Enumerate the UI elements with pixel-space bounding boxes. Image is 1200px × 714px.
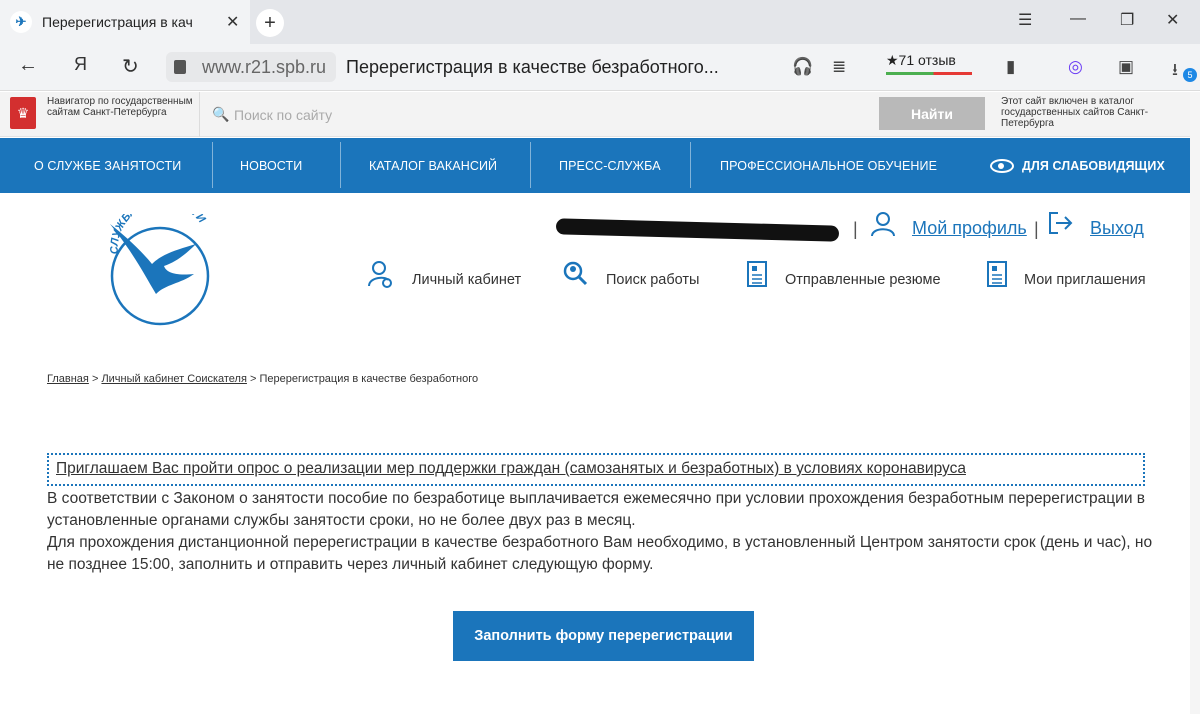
- personal-cabinet-link[interactable]: Личный кабинет: [412, 272, 521, 288]
- breadcrumb-separator: >: [91, 373, 99, 385]
- tab-title: Перерегистрация в кач: [42, 14, 193, 30]
- user-icon[interactable]: [870, 211, 896, 237]
- menu-item-training[interactable]: ПРОФЕССИОНАЛЬНОЕ ОБУЧЕНИЕ: [720, 138, 937, 193]
- browser-tab-bar: ✈ Перерегистрация в кач ✕ + ☰ — ❐ ✕: [0, 0, 1200, 44]
- svg-text:СЛУЖБА ЗАНЯТОСТИ: СЛУЖБА ЗАНЯТОСТИ: [109, 214, 209, 254]
- separator: |: [853, 219, 858, 239]
- main-menu: О СЛУЖБЕ ЗАНЯТОСТИ НОВОСТИ КАТАЛОГ ВАКАН…: [0, 138, 1190, 193]
- bookmark-icon[interactable]: ▮: [1006, 57, 1015, 77]
- sent-resumes-link[interactable]: Отправленные резюме: [785, 272, 941, 288]
- menu-item-news[interactable]: НОВОСТИ: [240, 138, 302, 193]
- redacted-user-name: [555, 218, 840, 242]
- find-button[interactable]: Найти: [879, 97, 985, 130]
- page-title-in-omnibox[interactable]: Перерегистрация в качестве безработного.…: [346, 57, 719, 78]
- divider: [199, 92, 200, 137]
- logo-text: СЛУЖБА ЗАНЯТОСТИ: [109, 214, 209, 254]
- gov-catalog-note[interactable]: Этот сайт включен в каталог государствен…: [1001, 96, 1187, 129]
- address-bar: ← Я ↻ www.r21.spb.ru Перерегистрация в к…: [0, 44, 1200, 91]
- sent-resumes-icon[interactable]: [746, 260, 768, 288]
- job-search-icon[interactable]: [562, 260, 588, 288]
- reload-icon[interactable]: ↻: [122, 54, 139, 79]
- my-profile-link[interactable]: Мой профиль: [912, 218, 1027, 239]
- browser-tab[interactable]: ✈ Перерегистрация в кач ✕: [0, 0, 250, 44]
- lock-icon[interactable]: [174, 60, 186, 74]
- reviews-rating[interactable]: ★71 отзыв: [886, 52, 972, 75]
- menu-item-vacancies[interactable]: КАТАЛОГ ВАКАНСИЙ: [369, 138, 497, 193]
- gov-navigator-strip: ♛ Навигатор по государственным сайтам Са…: [0, 92, 1190, 137]
- breadcrumb-separator: >: [250, 373, 257, 385]
- site-search-input[interactable]: [234, 104, 834, 126]
- minimize-icon[interactable]: —: [1070, 10, 1086, 28]
- low-vision-label: ДЛЯ СЛАБОВИДЯЩИХ: [1022, 158, 1165, 173]
- my-invitations-link[interactable]: Мои приглашения: [1024, 272, 1146, 288]
- gov-navigator-link[interactable]: Навигатор по государственным сайтам Санк…: [47, 96, 197, 118]
- separator: |: [1034, 219, 1039, 239]
- logout-link[interactable]: Выход: [1090, 218, 1144, 239]
- menu-separator: [340, 142, 341, 188]
- paragraph-instructions: Для прохождения дистанционной перерегист…: [47, 534, 1153, 573]
- survey-link[interactable]: Приглашаем Вас пройти опрос о реализации…: [56, 460, 966, 478]
- headphones-icon[interactable]: 🎧: [792, 57, 813, 77]
- employment-service-logo[interactable]: СЛУЖБА ЗАНЯТОСТИ: [104, 214, 216, 326]
- personal-cabinet-icon[interactable]: [368, 260, 394, 288]
- menu-item-low-vision[interactable]: ДЛЯ СЛАБОВИДЯЩИХ: [990, 138, 1165, 193]
- breadcrumb: Главная > Личный кабинет Соискателя > Пе…: [47, 373, 478, 385]
- spb-emblem-icon[interactable]: ♛: [10, 97, 36, 129]
- close-window-icon[interactable]: ✕: [1166, 10, 1179, 30]
- menu-item-press[interactable]: ПРЕСС-СЛУЖБА: [559, 138, 661, 193]
- collections-icon[interactable]: ▣: [1118, 57, 1134, 77]
- url-domain: www.r21.spb.ru: [202, 56, 327, 77]
- download-count-badge: 5: [1183, 68, 1197, 82]
- url-field[interactable]: www.r21.spb.ru: [166, 52, 336, 82]
- restore-icon[interactable]: ❐: [1120, 10, 1134, 30]
- site-favicon-icon: ✈: [10, 11, 32, 33]
- menu-icon[interactable]: ☰: [1018, 10, 1032, 30]
- logout-icon[interactable]: [1048, 211, 1074, 235]
- my-invitations-icon[interactable]: [986, 260, 1008, 288]
- reader-icon[interactable]: ≣: [832, 57, 846, 77]
- back-icon[interactable]: ←: [18, 54, 38, 77]
- fill-reregistration-form-button[interactable]: Заполнить форму перерегистрации: [453, 611, 754, 661]
- job-search-link[interactable]: Поиск работы: [606, 272, 699, 288]
- menu-item-about[interactable]: О СЛУЖБЕ ЗАНЯТОСТИ: [34, 138, 181, 193]
- rating-text: ★71 отзыв: [886, 52, 956, 68]
- rating-bar: [886, 72, 972, 75]
- search-icon: 🔍: [212, 106, 230, 122]
- info-text: В соответствии с Законом о занятости пос…: [47, 488, 1157, 576]
- menu-separator: [530, 142, 531, 188]
- yandex-icon[interactable]: Я: [74, 54, 87, 75]
- breadcrumb-home[interactable]: Главная: [47, 373, 89, 385]
- breadcrumb-current: Перерегистрация в качестве безработного: [259, 373, 479, 385]
- download-icon[interactable]: ⭳: [1172, 57, 1178, 86]
- menu-separator: [212, 142, 213, 188]
- new-tab-button[interactable]: +: [256, 9, 284, 37]
- menu-separator: [690, 142, 691, 188]
- close-tab-icon[interactable]: ✕: [226, 12, 239, 32]
- breadcrumb-cabinet[interactable]: Личный кабинет Соискателя: [101, 373, 247, 385]
- scrollbar[interactable]: [1190, 92, 1200, 714]
- alice-icon[interactable]: ◎: [1068, 57, 1083, 77]
- paragraph-benefits: В соответствии с Законом о занятости пос…: [47, 490, 1146, 529]
- eye-icon: [990, 158, 1014, 173]
